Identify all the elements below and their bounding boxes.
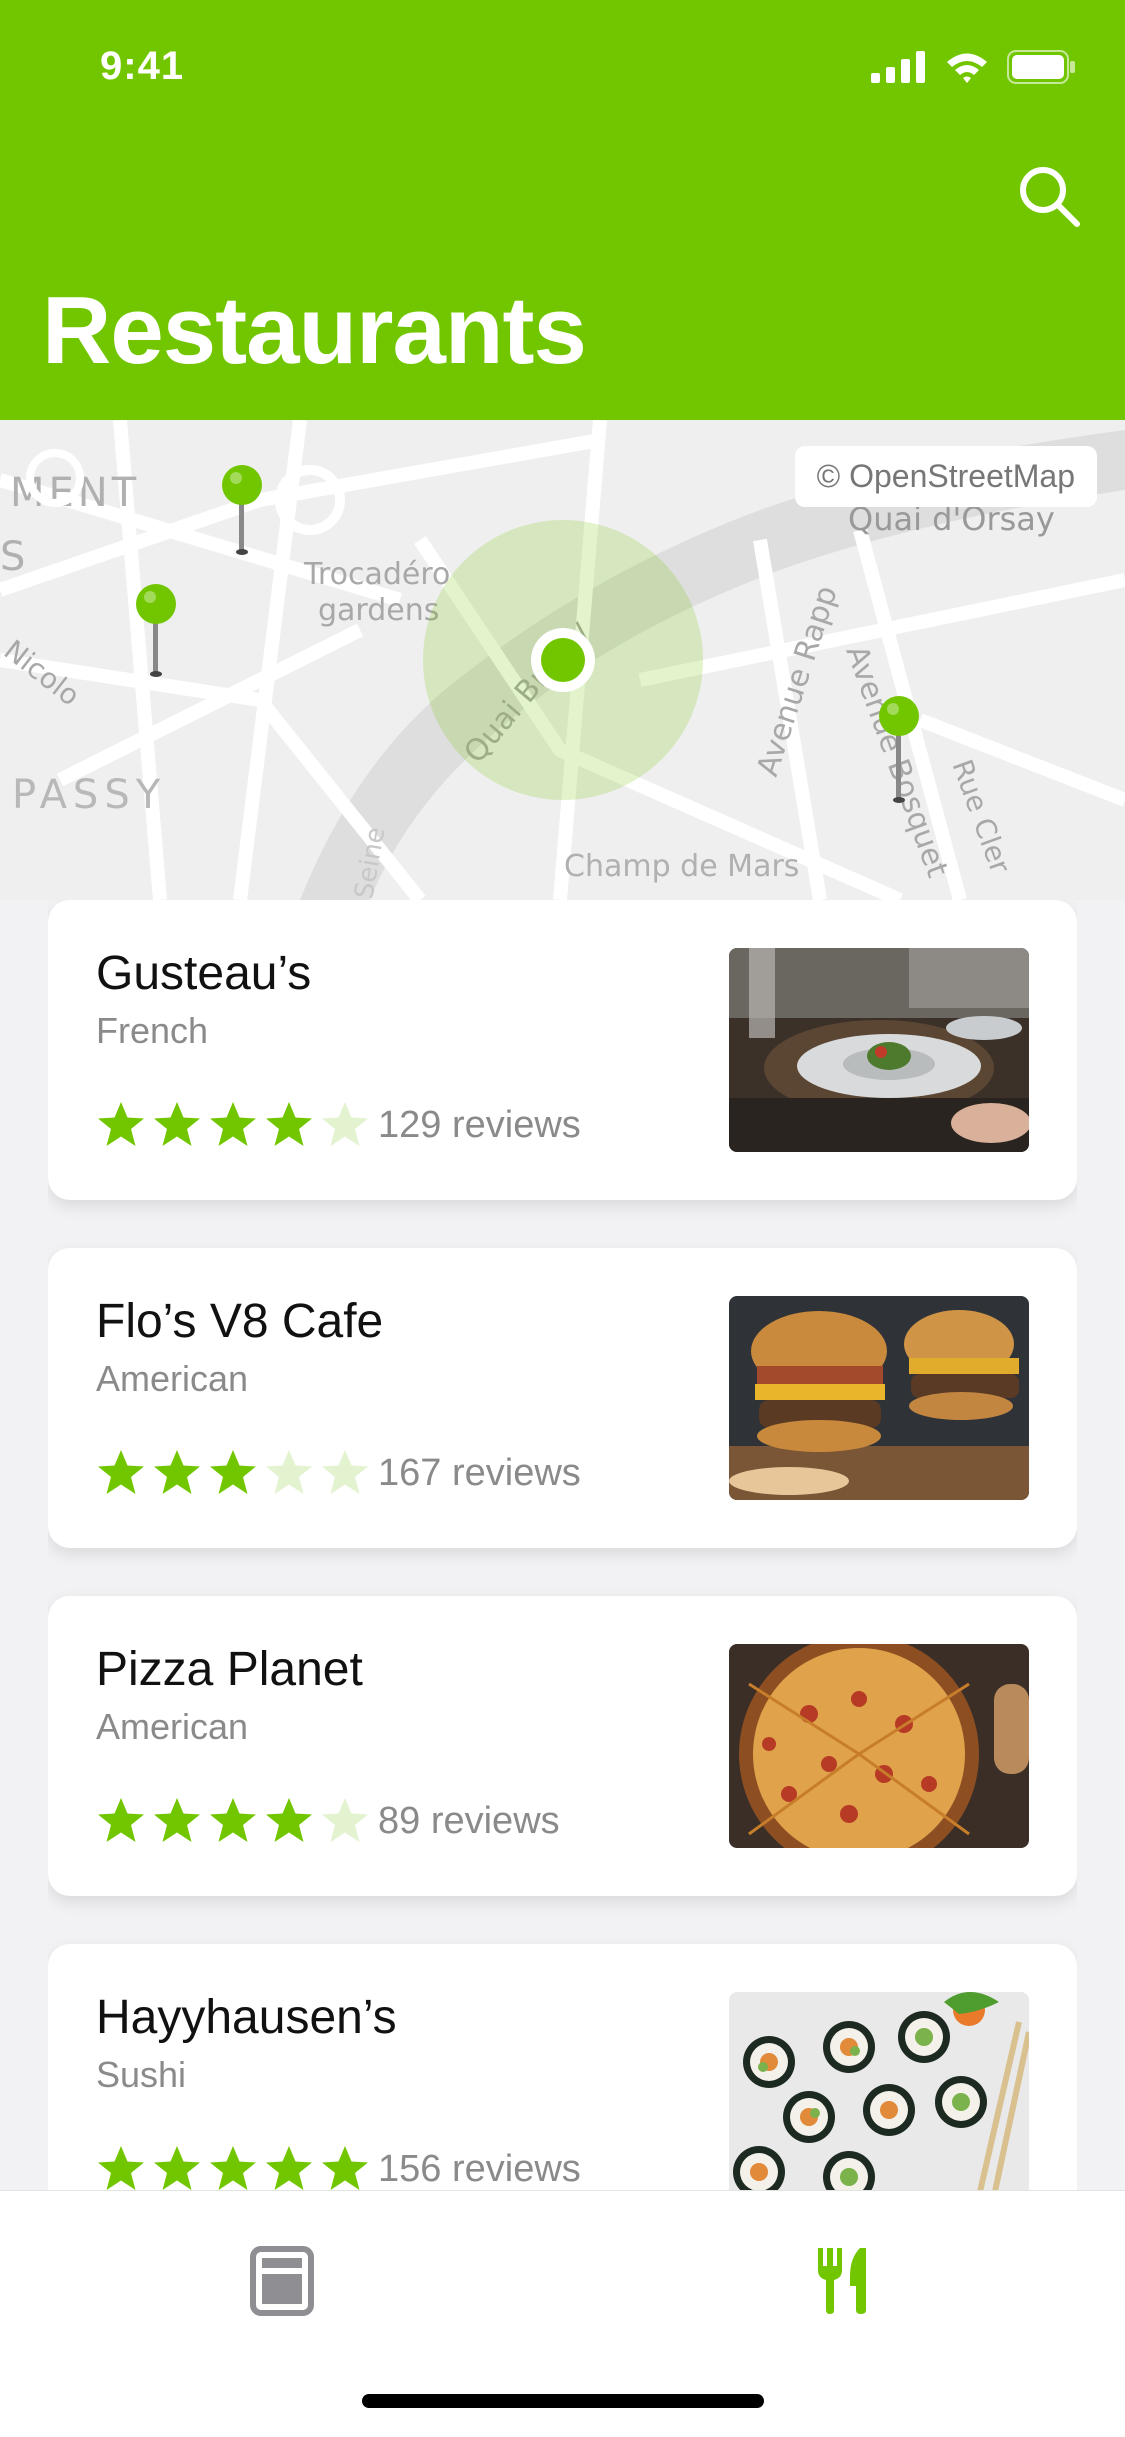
star-filled-icon	[322, 2146, 368, 2190]
map-label-champ-de-mars: Champ de Mars	[564, 849, 799, 884]
search-icon[interactable]	[1015, 162, 1085, 232]
star-filled-icon	[210, 2146, 256, 2190]
star-filled-icon	[266, 1102, 312, 1146]
status-icons	[871, 50, 1077, 84]
restaurant-list[interactable]: Gusteau’s French 129 reviews Flo’s V8 Ca…	[48, 900, 1077, 2190]
restaurant-photo	[729, 1296, 1029, 1500]
star-filled-icon	[210, 1450, 256, 1494]
restaurant-cuisine: American	[96, 1358, 249, 1399]
star-filled-icon	[210, 1102, 256, 1146]
restaurant-name: Hayyhausen’s	[96, 1991, 397, 2044]
news-icon	[250, 2246, 314, 2316]
map-view[interactable]: MENT S Trocadéro gardens Nicolo PASSY Qu…	[0, 420, 1125, 900]
star-filled-icon	[266, 1798, 312, 1842]
restaurant-card[interactable]: Hayyhausen’s Sushi 156 reviews	[48, 1944, 1077, 2190]
star-filled-icon	[266, 2146, 312, 2190]
star-empty-icon	[322, 1450, 368, 1494]
restaurant-name: Pizza Planet	[96, 1643, 363, 1696]
review-count: 156 reviews	[378, 2148, 581, 2190]
map-attribution[interactable]: © OpenStreetMap	[794, 446, 1097, 507]
restaurant-cuisine: American	[96, 1706, 249, 1747]
cellular-signal-icon	[871, 51, 925, 83]
star-filled-icon	[98, 2146, 144, 2190]
restaurant-name: Gusteau’s	[96, 947, 312, 1000]
restaurant-photo	[729, 1992, 1029, 2190]
tab-restaurants[interactable]	[794, 2231, 894, 2331]
restaurant-name: Flo’s V8 Cafe	[96, 1295, 384, 1348]
wifi-icon	[947, 53, 987, 83]
review-count: 89 reviews	[378, 1800, 560, 1842]
restaurant-card[interactable]: Flo’s V8 Cafe American 167 reviews	[48, 1248, 1077, 1548]
page-title: Restaurants	[42, 277, 587, 384]
restaurant-card[interactable]: Gusteau’s French 129 reviews	[48, 900, 1077, 1200]
battery-icon	[1007, 50, 1075, 84]
tab-news[interactable]	[232, 2231, 332, 2331]
star-filled-icon	[154, 1450, 200, 1494]
fork-knife-icon	[818, 2248, 866, 2314]
restaurant-cuisine: French	[96, 1010, 209, 1051]
star-empty-icon	[266, 1450, 312, 1494]
map-label-s: S	[0, 534, 25, 580]
rating-stars	[96, 2144, 370, 2190]
star-empty-icon	[322, 1102, 368, 1146]
restaurant-photo	[729, 1644, 1029, 1848]
star-filled-icon	[210, 1798, 256, 1842]
rating-stars	[96, 1448, 370, 1498]
rating-stars	[96, 1100, 370, 1150]
star-filled-icon	[154, 1798, 200, 1842]
restaurant-photo	[729, 948, 1029, 1152]
review-count: 129 reviews	[378, 1104, 581, 1146]
star-filled-icon	[98, 1102, 144, 1146]
header: 9:41 Restaurants	[0, 0, 1125, 420]
status-time: 9:41	[100, 44, 185, 88]
star-filled-icon	[154, 1102, 200, 1146]
star-empty-icon	[322, 1798, 368, 1842]
star-filled-icon	[98, 1450, 144, 1494]
star-filled-icon	[98, 1798, 144, 1842]
map-label-passy: PASSY	[12, 772, 166, 818]
restaurant-card[interactable]: Pizza Planet American 89 reviews	[48, 1596, 1077, 1896]
map-label-gardens: gardens	[318, 593, 439, 628]
review-count: 167 reviews	[378, 1452, 581, 1494]
map-label-trocadero: Trocadéro	[303, 557, 450, 592]
star-filled-icon	[154, 2146, 200, 2190]
rating-stars	[96, 1796, 370, 1846]
home-indicator[interactable]	[362, 2394, 764, 2408]
restaurant-cuisine: Sushi	[96, 2054, 187, 2095]
